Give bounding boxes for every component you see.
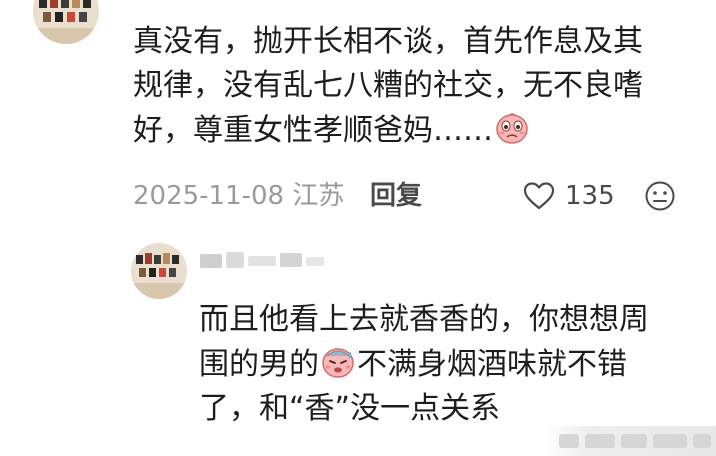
avatar-image [33, 0, 99, 44]
username-redacted [200, 248, 330, 274]
crying-face-emoji [493, 108, 531, 146]
avatar[interactable] [131, 243, 187, 299]
comment-line: 真没有，抛开长相不谈，首先作息及其 [133, 24, 643, 59]
sweating-face-emoji [319, 342, 357, 380]
heart-outline-icon [523, 181, 555, 211]
watermark [545, 426, 716, 456]
comment-meta: 2025-11-08 江苏 回复 135 [133, 176, 693, 216]
comment-line: 围的男的 [199, 347, 319, 382]
face-neutral-icon[interactable] [644, 180, 676, 212]
comment-thread: 真没有，抛开长相不谈，首先作息及其 规律，没有乱七八糟的社交，无不良嗜 好，尊重… [0, 0, 716, 456]
comment-line: 好，尊重女性孝顺爸妈…… [133, 113, 493, 148]
avatar-image [131, 243, 187, 299]
comment-line: 了，和“香”没一点关系 [199, 391, 501, 426]
comment-body: 而且他看上去就香香的，你想想周 围的男的 不满身烟酒味就不错 了，和“香”没一点… [199, 298, 649, 431]
comment-line: 不满身烟酒味就不错 [357, 347, 627, 382]
comment-line: 规律，没有乱七八糟的社交，无不良嗜 [133, 68, 643, 103]
comment-date-location: 2025-11-08 江苏 [133, 181, 345, 211]
reply-button[interactable]: 回复 [370, 176, 422, 216]
avatar[interactable] [33, 0, 99, 44]
like-count: 135 [565, 181, 615, 211]
like-button[interactable]: 135 [523, 176, 615, 216]
comment-line: 而且他看上去就香香的，你想想周 [199, 302, 649, 337]
comment-body: 真没有，抛开长相不谈，首先作息及其 规律，没有乱七八糟的社交，无不良嗜 好，尊重… [133, 20, 643, 153]
